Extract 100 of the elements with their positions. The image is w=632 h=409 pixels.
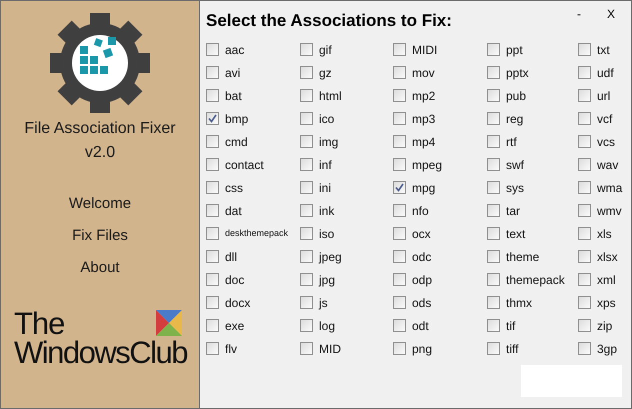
option-label: mov xyxy=(412,64,435,82)
checkbox[interactable] xyxy=(578,296,591,309)
brand-logo: The WindowsClub xyxy=(14,310,186,368)
checkbox[interactable] xyxy=(393,43,406,56)
option-label: exe xyxy=(225,318,244,334)
checkbox[interactable] xyxy=(206,112,219,125)
checkbox[interactable] xyxy=(206,319,219,332)
checkbox[interactable] xyxy=(393,135,406,148)
option-label: gz xyxy=(319,64,332,82)
checkbox[interactable] xyxy=(487,204,500,217)
minimize-button[interactable]: - xyxy=(576,7,581,21)
checkbox[interactable] xyxy=(300,250,313,263)
checkbox[interactable] xyxy=(206,89,219,102)
checkbox[interactable] xyxy=(393,250,406,263)
checkbox[interactable] xyxy=(206,250,219,263)
checkbox[interactable] xyxy=(206,204,219,217)
checkbox[interactable] xyxy=(487,342,500,355)
option-label: dll xyxy=(225,248,238,266)
checkbox[interactable] xyxy=(393,227,406,240)
checkbox[interactable] xyxy=(487,158,500,171)
option-label: odp xyxy=(412,272,432,288)
option-label: inf xyxy=(319,156,332,174)
checkbox[interactable] xyxy=(487,181,500,194)
checkbox[interactable] xyxy=(300,181,313,194)
checkbox[interactable] xyxy=(300,204,313,217)
option-label: odc xyxy=(412,248,432,266)
checkbox[interactable] xyxy=(393,66,406,79)
checkbox[interactable] xyxy=(300,89,313,102)
checkbox[interactable] xyxy=(393,342,406,355)
checkbox[interactable] xyxy=(300,158,313,171)
checkbox[interactable] xyxy=(206,273,219,286)
checkbox[interactable] xyxy=(393,204,406,217)
checkbox[interactable] xyxy=(578,273,591,286)
option-label: udf xyxy=(597,64,614,82)
checkbox[interactable] xyxy=(578,43,591,56)
option-label: bmp xyxy=(225,110,248,128)
checkbox[interactable] xyxy=(300,135,313,148)
checkbox[interactable] xyxy=(487,89,500,102)
check-icon xyxy=(395,183,404,192)
checkbox[interactable] xyxy=(578,135,591,148)
checkbox[interactable] xyxy=(578,158,591,171)
checkbox[interactable] xyxy=(206,227,219,240)
checkbox[interactable] xyxy=(393,319,406,332)
checkbox[interactable] xyxy=(487,296,500,309)
option-label: dat xyxy=(225,202,242,220)
checkbox[interactable] xyxy=(393,112,406,125)
nav-link[interactable]: About xyxy=(80,257,120,278)
checkbox[interactable] xyxy=(300,296,313,309)
checkbox[interactable] xyxy=(487,250,500,263)
checkbox[interactable] xyxy=(393,296,406,309)
option-label: odt xyxy=(412,318,429,334)
option-label: gif xyxy=(319,42,332,58)
checkbox[interactable] xyxy=(300,227,313,240)
checkbox[interactable] xyxy=(487,227,500,240)
checkbox[interactable] xyxy=(578,250,591,263)
option-label: mp3 xyxy=(412,110,436,128)
option-label: ink xyxy=(319,202,334,220)
checkbox[interactable] xyxy=(578,319,591,332)
option-label: css xyxy=(225,180,243,196)
checkbox[interactable] xyxy=(206,296,219,309)
checkbox[interactable] xyxy=(206,342,219,355)
nav-link[interactable]: Fix Files xyxy=(72,225,128,246)
option-label: wma xyxy=(597,180,622,196)
checkbox[interactable] xyxy=(578,112,591,125)
option-label: docx xyxy=(225,294,250,312)
checkbox[interactable] xyxy=(206,158,219,171)
checkbox[interactable] xyxy=(393,89,406,102)
nav-link[interactable]: Welcome xyxy=(68,193,132,214)
checkbox[interactable] xyxy=(393,158,406,171)
checkbox[interactable] xyxy=(578,227,591,240)
option-label: thmx xyxy=(506,294,532,312)
checkbox[interactable] xyxy=(300,342,313,355)
checkbox[interactable] xyxy=(206,43,219,56)
option-label: png xyxy=(412,340,432,358)
checkbox[interactable] xyxy=(393,181,406,194)
check-icon xyxy=(208,114,217,123)
option-label: xlsx xyxy=(597,248,618,266)
option-label: html xyxy=(319,88,342,104)
checkbox[interactable] xyxy=(578,66,591,79)
checkbox[interactable] xyxy=(578,204,591,217)
checkbox[interactable] xyxy=(487,273,500,286)
checkbox[interactable] xyxy=(206,135,219,148)
checkbox[interactable] xyxy=(300,319,313,332)
checkbox[interactable] xyxy=(300,43,313,56)
checkbox[interactable] xyxy=(300,66,313,79)
checkbox[interactable] xyxy=(300,112,313,125)
checkbox[interactable] xyxy=(487,43,500,56)
option-label: txt xyxy=(597,42,610,58)
checkbox[interactable] xyxy=(578,342,591,355)
checkbox[interactable] xyxy=(487,112,500,125)
checkbox[interactable] xyxy=(206,181,219,194)
checkbox[interactable] xyxy=(578,181,591,194)
checkbox[interactable] xyxy=(300,273,313,286)
checkbox[interactable] xyxy=(578,89,591,102)
close-button[interactable]: X xyxy=(606,7,615,21)
checkbox[interactable] xyxy=(487,66,500,79)
checkbox[interactable] xyxy=(206,66,219,79)
checkbox[interactable] xyxy=(487,135,500,148)
checkbox[interactable] xyxy=(487,319,500,332)
checkbox[interactable] xyxy=(393,273,406,286)
